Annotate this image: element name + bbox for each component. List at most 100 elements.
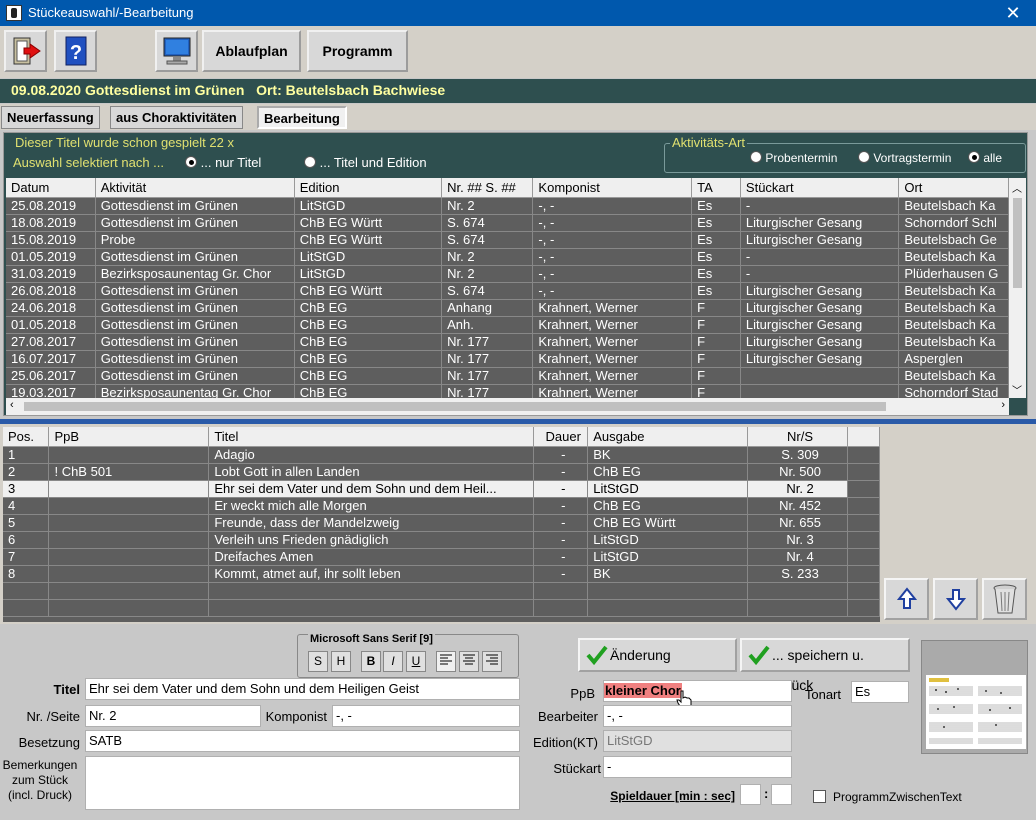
table-row[interactable]: 25.06.2017 Gottesdienst im Grünen ChB EG Nr…: [6, 367, 1009, 385]
table-row[interactable]: 26.08.2018 Gottesdienst im Grünen ChB EG W…: [6, 282, 1009, 300]
table-row[interactable]: 01.05.2018 Gottesdienst im Grünen ChB EG An…: [6, 316, 1009, 334]
scroll-up-icon[interactable]: ︿: [1012, 180, 1022, 195]
program-column-header[interactable]: Pos.: [3, 427, 50, 447]
tab-aus-choraktivitaeten[interactable]: aus Choraktivitäten: [110, 106, 243, 129]
program-column-header[interactable]: Dauer: [533, 427, 589, 447]
save-and-return-button[interactable]: ... speichern u. zurück: [740, 638, 910, 693]
table-cell: ChB EG Württ: [294, 282, 443, 300]
history-column-header[interactable]: Stückart: [740, 178, 900, 198]
duration-seconds-input[interactable]: [771, 784, 792, 805]
list-cell: 7: [3, 548, 50, 566]
program-column-header[interactable]: Ausgabe: [587, 427, 749, 447]
scroll-right-icon[interactable]: ›: [1001, 399, 1005, 411]
program-column-header[interactable]: Titel: [208, 427, 535, 447]
bold-button[interactable]: B: [361, 651, 381, 672]
check-icon: [748, 645, 770, 665]
programm-button[interactable]: Programm: [307, 30, 408, 72]
table-cell: ChB EG: [294, 333, 443, 351]
table-row[interactable]: 01.05.2019 Gottesdienst im Grünen LitStGD N…: [6, 248, 1009, 266]
stueckart-input[interactable]: -: [603, 756, 792, 778]
table-row[interactable]: 15.08.2019 Probe ChB EG Württ S. 674 -, - Es L…: [6, 231, 1009, 249]
history-column-header[interactable]: Komponist: [532, 178, 693, 198]
list-item[interactable]: 4 Er weckt mich alle Morgen - ChB EG Nr. 452: [3, 497, 880, 515]
help-button[interactable]: ?: [54, 30, 97, 72]
number-page-input[interactable]: Nr. 2: [85, 705, 261, 727]
exit-button[interactable]: [4, 30, 47, 72]
italic-button[interactable]: I: [383, 651, 403, 672]
move-up-button[interactable]: [884, 578, 929, 620]
list-item[interactable]: 6 Verleih uns Frieden gnädiglich - LitStGD N…: [3, 531, 880, 549]
table-row[interactable]: 27.08.2017 Gottesdienst im Grünen ChB EG Nr…: [6, 333, 1009, 351]
history-table[interactable]: Datum Aktivität Edition Nr. ## S. ## Komponi…: [6, 178, 1009, 398]
edition-input[interactable]: LitStGD: [603, 730, 792, 752]
ablaufplan-button[interactable]: Ablaufplan: [202, 30, 301, 72]
list-item[interactable]: 5 Freunde, dass der Mandelzweig - ChB EG Wü…: [3, 514, 880, 532]
history-vertical-scrollbar[interactable]: ︿ ﹀: [1009, 178, 1026, 398]
program-table[interactable]: Pos. PpB Titel Dauer Ausgabe Nr/S 1 Adagio - BK S…: [3, 427, 880, 622]
table-row[interactable]: 24.06.2018 Gottesdienst im Grünen ChB EG An…: [6, 299, 1009, 317]
align-right-button[interactable]: [482, 651, 502, 672]
program-column-header[interactable]: PpB: [48, 427, 210, 447]
option-rehearsal[interactable]: Probentermin: [750, 151, 837, 165]
composer-input[interactable]: -, -: [332, 705, 520, 727]
option-title-edition[interactable]: ... Titel und Edition: [304, 155, 427, 170]
scroll-thumb[interactable]: [1013, 198, 1022, 288]
list-item[interactable]: 2! ChB 501 Lobt Gott in allen Landen - ChB …: [3, 463, 880, 481]
table-row[interactable]: 31.03.2019 Bezirksposaunentag Gr. Chor Lit…: [6, 265, 1009, 283]
underline-button[interactable]: U: [406, 651, 426, 672]
list-item[interactable]: 1 Adagio - BK S. 309: [3, 446, 880, 464]
event-header: 09.08.2020 Gottesdienst im Grünen Ort: B…: [0, 79, 1036, 103]
history-column-header[interactable]: TA: [691, 178, 741, 198]
history-column-header[interactable]: Edition: [294, 178, 443, 198]
history-column-header[interactable]: Aktivität: [95, 178, 295, 198]
format-h-button[interactable]: H: [331, 651, 351, 672]
align-center-button[interactable]: [459, 651, 479, 672]
table-row[interactable]: 16.07.2017 Gottesdienst im Grünen ChB EG Nr…: [6, 350, 1009, 368]
save-changes-button[interactable]: Änderung speichern: [578, 638, 737, 693]
bearbeiter-input[interactable]: -, -: [603, 705, 792, 727]
monitor-button[interactable]: [155, 30, 198, 72]
option-all[interactable]: alle: [968, 151, 1002, 165]
move-down-button[interactable]: [933, 578, 978, 620]
table-row[interactable]: 19.03.2017 Bezirksposaunentag Gr. Chor ChB…: [6, 384, 1009, 398]
table-row[interactable]: 18.08.2019 Gottesdienst im Grünen ChB EG W…: [6, 214, 1009, 232]
title-input[interactable]: Ehr sei dem Vater und dem Sohn und dem H…: [85, 678, 520, 700]
history-horizontal-scrollbar[interactable]: ‹ ›: [6, 398, 1009, 415]
list-item[interactable]: 3 Ehr sei dem Vater und dem Sohn und dem …: [3, 480, 880, 498]
score-thumbnail: [926, 675, 1026, 749]
align-left-button[interactable]: [436, 651, 456, 672]
ppb-input[interactable]: kleiner Chor: [603, 680, 792, 702]
option-title-only[interactable]: ... nur Titel: [185, 155, 261, 170]
list-cell: -: [533, 446, 589, 464]
format-s-button[interactable]: S: [308, 651, 328, 672]
history-column-header[interactable]: Nr. ## S. ##: [441, 178, 534, 198]
radio-rehearsal[interactable]: [750, 151, 762, 163]
scroll-down-icon[interactable]: ﹀: [1012, 382, 1022, 397]
notes-textarea[interactable]: [85, 756, 520, 810]
radio-concert[interactable]: [858, 151, 870, 163]
option-concert[interactable]: Vortragstermin: [858, 151, 951, 165]
hscroll-thumb[interactable]: [24, 402, 886, 411]
history-column-header[interactable]: Datum: [6, 178, 96, 198]
delete-button[interactable]: [982, 578, 1027, 620]
tab-neuerfassung[interactable]: Neuerfassung: [1, 106, 100, 129]
table-cell: ChB EG: [294, 299, 443, 317]
close-window-button[interactable]: ✕: [990, 0, 1036, 26]
number-page-label: Nr. /Seite: [26, 709, 80, 724]
table-row[interactable]: 25.08.2019 Gottesdienst im Grünen LitStGD N…: [6, 197, 1009, 215]
score-preview[interactable]: [921, 640, 1028, 754]
program-column-header[interactable]: Nr/S: [747, 427, 848, 447]
duration-minutes-input[interactable]: [740, 784, 761, 805]
tab-bearbeitung[interactable]: Bearbeitung: [257, 106, 347, 129]
table-cell: -, -: [532, 248, 693, 266]
list-item[interactable]: 7 Dreifaches Amen - LitStGD Nr. 4: [3, 548, 880, 566]
history-column-header[interactable]: Ort: [898, 178, 1009, 198]
zwischentext-checkbox[interactable]: [813, 790, 826, 803]
radio-all[interactable]: [968, 151, 980, 163]
radio-title-only[interactable]: [185, 156, 197, 168]
radio-title-edition[interactable]: [304, 156, 316, 168]
besetzung-input[interactable]: SATB: [85, 730, 520, 752]
tonart-input[interactable]: Es: [851, 681, 909, 703]
scroll-left-icon[interactable]: ‹: [10, 399, 14, 411]
list-item[interactable]: 8 Kommt, atmet auf, ihr sollt leben - BK S. …: [3, 565, 880, 583]
